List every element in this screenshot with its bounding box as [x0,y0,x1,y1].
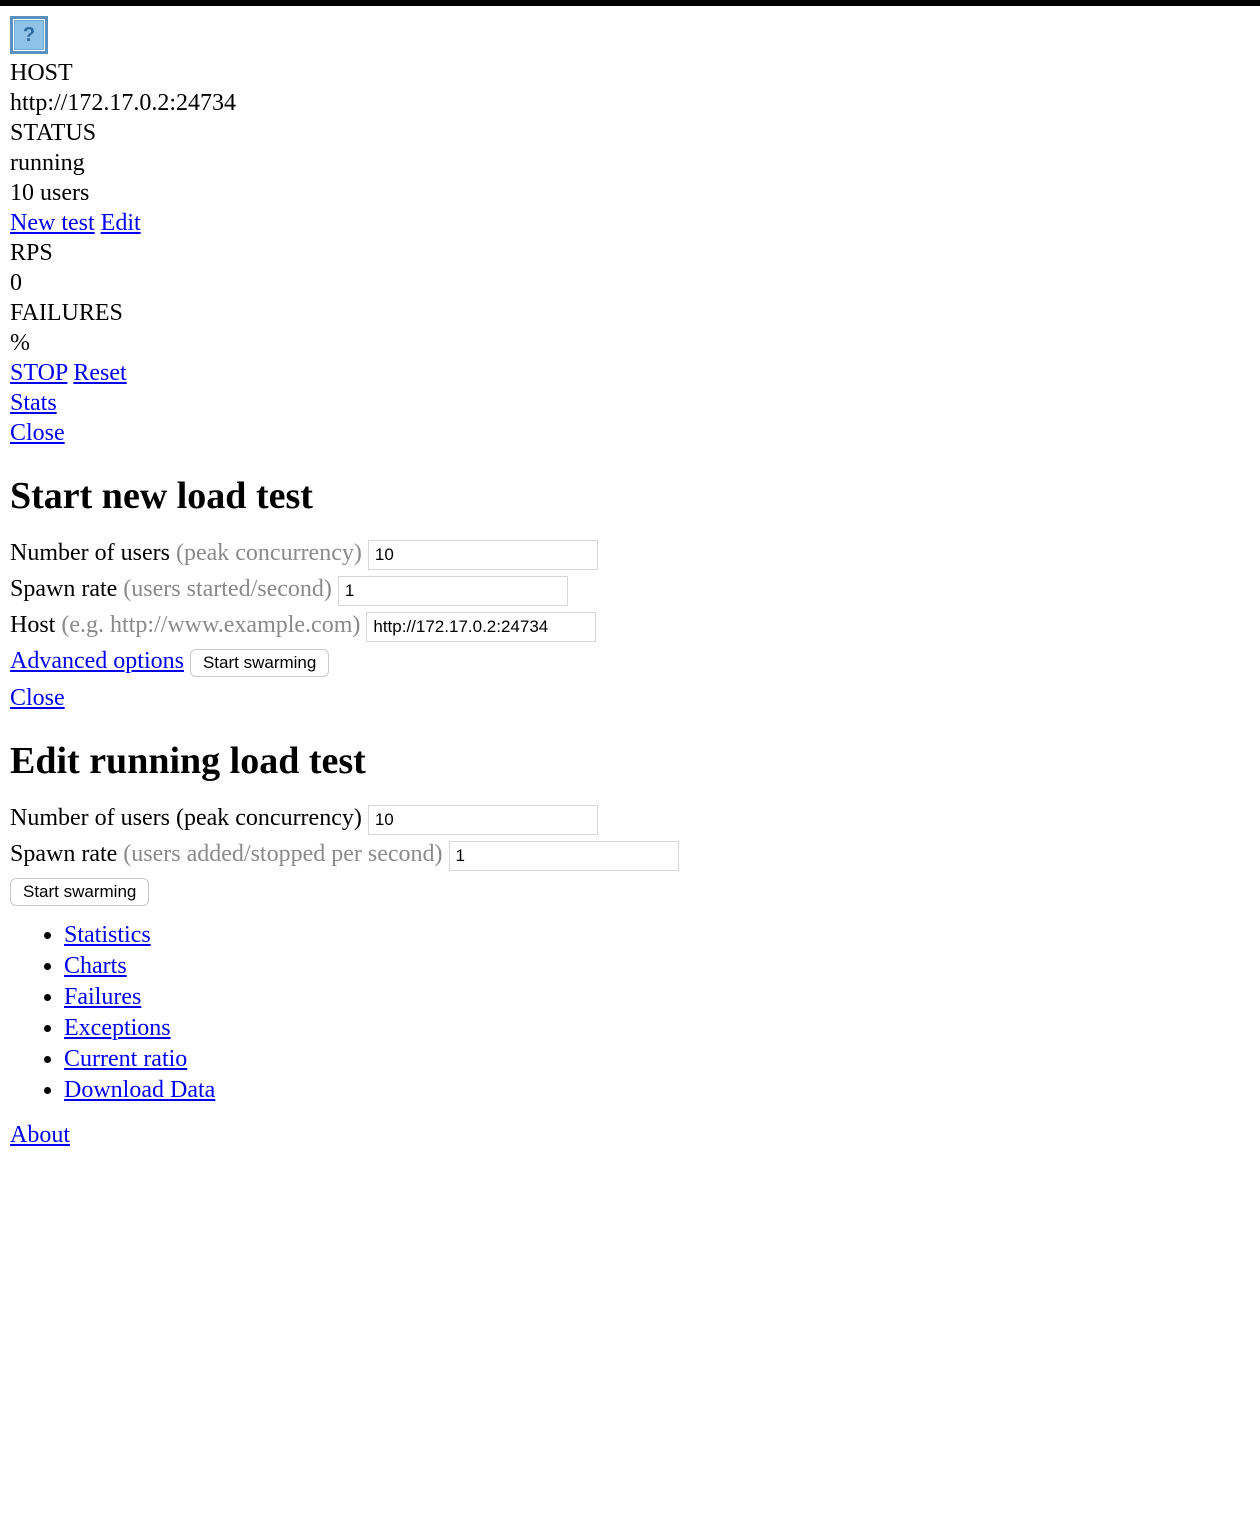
close-link-new[interactable]: Close [10,685,65,711]
edit-spawn-input[interactable] [449,841,679,871]
tab-exceptions[interactable]: Exceptions [64,1015,171,1041]
page-content: ? HOST http://172.17.0.2:24734 STATUS ru… [0,6,1260,1189]
tab-current-ratio[interactable]: Current ratio [64,1046,187,1072]
list-item: Exceptions [64,1015,1250,1042]
stop-link[interactable]: STOP [10,360,67,386]
about-link[interactable]: About [10,1122,70,1148]
start-swarming-button[interactable]: Start swarming [190,649,329,677]
status-label: STATUS [10,118,1250,148]
edit-spawn-label: Spawn rate [10,841,123,867]
placeholder-image-icon: ? [10,16,48,54]
new-host-input[interactable] [366,612,596,642]
edit-users-input[interactable] [368,805,598,835]
list-item: Failures [64,984,1250,1011]
close-link-top[interactable]: Close [10,420,65,446]
rps-value: 0 [10,268,1250,298]
host-value: http://172.17.0.2:24734 [10,88,1250,118]
rps-label: RPS [10,238,1250,268]
tab-statistics[interactable]: Statistics [64,922,151,948]
new-spawn-hint: (users started/second) [123,576,332,602]
reset-link[interactable]: Reset [73,360,126,386]
list-item: Download Data [64,1077,1250,1104]
list-item: Current ratio [64,1046,1250,1073]
tabs-list: Statistics Charts Failures Exceptions Cu… [10,922,1250,1104]
users-value: 10 users [10,178,1250,208]
edit-users-label: Number of users (peak concurrency) [10,805,362,831]
new-spawn-input[interactable] [338,576,568,606]
edit-link[interactable]: Edit [101,210,141,236]
failures-label: FAILURES [10,298,1250,328]
edit-start-swarming-button[interactable]: Start swarming [10,878,149,906]
question-mark-icon: ? [14,20,44,50]
tab-charts[interactable]: Charts [64,953,127,979]
edit-spawn-hint: (users added/stopped per second) [123,841,442,867]
new-users-label: Number of users [10,540,176,566]
list-item: Charts [64,953,1250,980]
new-test-link[interactable]: New test [10,210,95,236]
host-label: HOST [10,58,1250,88]
status-value: running [10,148,1250,178]
new-users-input[interactable] [368,540,598,570]
tab-failures[interactable]: Failures [64,984,141,1010]
tab-download-data[interactable]: Download Data [64,1077,215,1103]
new-host-label: Host [10,612,61,638]
list-item: Statistics [64,922,1250,949]
failures-value: % [10,328,1250,358]
new-host-hint: (e.g. http://www.example.com) [61,612,360,638]
new-spawn-label: Spawn rate [10,576,123,602]
new-test-heading: Start new load test [10,474,1250,518]
edit-test-heading: Edit running load test [10,739,1250,783]
advanced-options-link[interactable]: Advanced options [10,648,184,674]
stats-link[interactable]: Stats [10,390,57,416]
new-users-hint: (peak concurrency) [176,540,362,566]
